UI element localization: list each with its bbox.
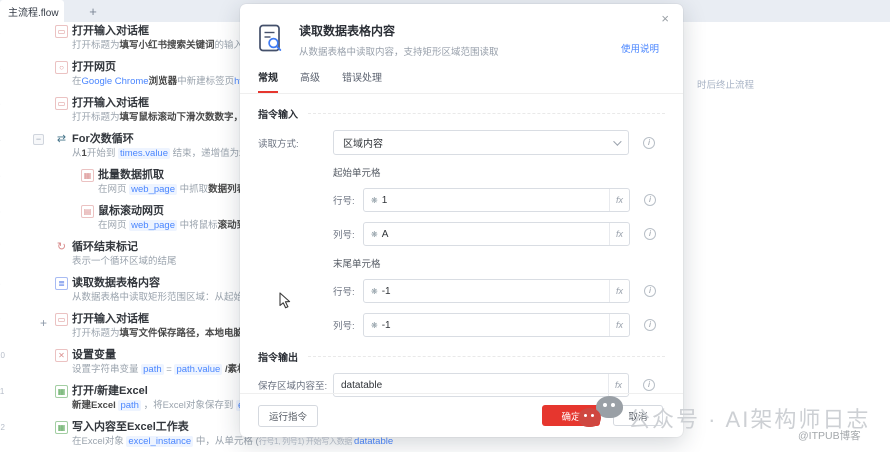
background-text-fragment: 时后终止流程 [697,80,755,91]
step-line-number: 9 [0,315,9,324]
step-line-number: 4 [0,135,9,144]
loop-end-icon: ↻ [56,241,67,253]
output-label: 保存区域内容至: [258,381,328,392]
dialog-tab-1[interactable]: 高级 [300,69,320,93]
end-col-input[interactable]: ❋ -1 fx [363,313,630,337]
dialog-tab-2[interactable]: 错误处理 [342,69,382,93]
start-row-value: 1 [381,194,388,206]
step-line-number: 5 [0,171,9,180]
end-row-value: -1 [381,285,391,297]
end-cell-label: 末尾单元格 [333,259,381,270]
dialog-icon: ▭ [55,97,68,110]
grab-icon: ▦ [81,169,94,182]
info-icon[interactable] [644,194,656,206]
start-col-value: A [381,228,389,240]
excel-write-icon: ▦ [55,421,68,434]
document-search-icon [258,24,284,59]
help-link[interactable]: 使用说明 [621,41,659,55]
step-line-number: 12 [0,423,5,432]
end-col-field: 列号: ❋ -1 fx [333,313,665,337]
section-divider [308,113,665,114]
info-icon[interactable] [643,136,655,149]
mouse-icon: ▤ [81,205,94,218]
end-row-input[interactable]: ❋ -1 fx [363,279,630,303]
step-line-number: 10 [0,351,5,360]
dialog-body: 指令输入 读取方式: 区域内容 起始单元格 行号: ❋ 1 fx [240,94,683,397]
step-line-number: 8 [0,279,9,288]
loop-icon: ⇄ [56,133,67,145]
dialog-icon: ▭ [55,313,68,326]
step-line-number: 6 [0,207,9,216]
value-type-icon: ❋ [371,195,378,205]
fx-button[interactable]: fx [609,280,629,302]
run-command-button[interactable]: 运行指令 [258,404,319,427]
dialog-footer: 运行指令 确定 取消 [240,393,683,437]
tab-main-flow[interactable]: 主流程.flow [0,0,64,22]
variable-icon: ✕ [55,349,68,362]
value-type-icon: ❋ [371,286,378,296]
info-icon[interactable] [643,379,655,391]
start-col-input[interactable]: ❋ A fx [363,222,630,246]
value-type-icon: ❋ [371,320,378,330]
start-row-field: 行号: ❋ 1 fx [333,188,665,212]
step-line-number: 2 [0,63,9,72]
watermark-subtext: @ITPUB博客 [798,430,861,442]
info-icon[interactable] [644,228,656,240]
insert-step-button[interactable]: + [40,316,47,330]
end-col-value: -1 [381,319,391,331]
step-line-number: 11 [0,387,5,396]
read-mode-select[interactable]: 区域内容 [333,130,629,155]
input-section-header: 指令输入 [258,106,665,121]
confirm-button[interactable]: 确定 [542,405,600,426]
fx-button[interactable]: fx [609,314,629,336]
section-divider [308,356,665,357]
output-value: datatable [341,379,383,391]
step-line-number: 7 [0,243,9,252]
info-icon[interactable] [644,319,656,331]
fx-button[interactable]: fx [609,189,629,211]
dialog-title: 读取数据表格内容 [299,24,396,38]
value-type-icon: ❋ [371,229,378,239]
cancel-button[interactable]: 取消 [613,405,663,426]
read-table-dialog: × 读取数据表格内容 从数据表格中读取内容，支持矩形区域范围读取 使用说明 常规… [240,4,683,437]
dialog-tabs: 常规 高级 错误处理 [240,69,683,94]
dialog-icon: ▭ [55,25,68,38]
read-mode-label: 读取方式: [258,138,299,150]
start-cell-label: 起始单元格 [333,168,381,179]
output-section-header: 指令输出 [258,349,665,364]
start-row-input[interactable]: ❋ 1 fx [363,188,630,212]
read-mode-row: 读取方式: 区域内容 [258,130,665,155]
step-description: 在Excel对象 excel_instance 中，从单元格 (行号1, 列号1… [72,436,394,447]
read-mode-value: 区域内容 [343,139,383,150]
collapse-toggle[interactable]: − [33,134,44,145]
dialog-header: 读取数据表格内容 从数据表格中读取内容，支持矩形区域范围读取 使用说明 [240,4,683,58]
end-row-field: 行号: ❋ -1 fx [333,279,665,303]
table-read-icon: ≣ [55,277,68,290]
fx-button[interactable]: fx [609,223,629,245]
step-line-number: 3 [0,99,9,108]
webpage-icon: ○ [55,61,68,74]
app-root: 主流程.flow + 1▭打开输入对话框打开标题为填写小红书搜索关键词的输入对话… [0,0,890,452]
excel-icon: ▦ [55,385,68,398]
dialog-tab-0[interactable]: 常规 [258,69,278,93]
add-tab-button[interactable]: + [78,0,108,22]
chevron-down-icon [613,136,622,146]
tab-label: 主流程.flow [8,7,59,19]
step-line-number: 1 [0,27,9,36]
info-icon[interactable] [644,285,656,297]
dialog-subtitle: 从数据表格中读取内容，支持矩形区域范围读取 [299,47,499,58]
start-col-field: 列号: ❋ A fx [333,222,665,246]
